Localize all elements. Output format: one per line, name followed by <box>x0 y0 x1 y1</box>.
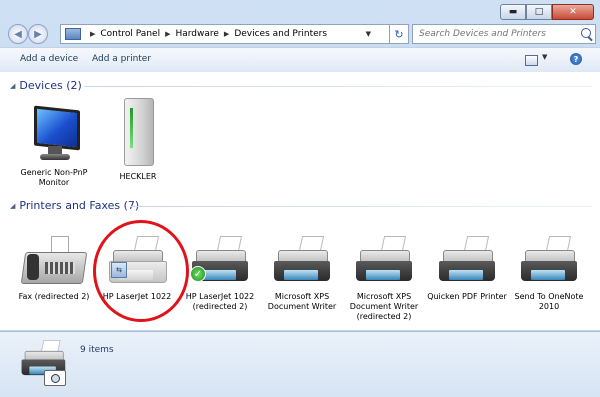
printer-item-onenote[interactable]: Send To OneNote 2010 <box>509 236 589 312</box>
explorer-window: ▬ □ ✕ ◀ ▶ ▶ Control Panel ▶ Hardware ▶ Devi… <box>0 0 600 397</box>
maximize-button[interactable]: □ <box>526 4 552 20</box>
devices-and-printers-icon <box>20 340 66 386</box>
camera-icon <box>44 370 66 386</box>
printer-item-xps-writer-redirected[interactable]: Microsoft XPS Document Writer (redirecte… <box>344 236 424 322</box>
printer-icon <box>519 236 579 288</box>
computer-tower-icon <box>118 98 158 168</box>
refresh-icon: ↻ <box>394 27 404 41</box>
printer-label: HP LaserJet 1022 (redirected 2) <box>185 292 255 311</box>
share-icon: ⇆ <box>111 262 127 278</box>
breadcrumb-hardware[interactable]: Hardware <box>175 29 218 39</box>
printer-label: HP LaserJet 1022 <box>102 292 172 301</box>
caption-buttons: ▬ □ ✕ <box>500 4 594 20</box>
printer-icon: ✓ <box>190 236 250 288</box>
close-button[interactable]: ✕ <box>552 4 594 20</box>
device-label: HECKLER <box>119 172 157 181</box>
change-view-icon[interactable] <box>525 55 538 66</box>
back-button[interactable]: ◀ <box>8 24 28 44</box>
address-bar[interactable]: ▶ Control Panel ▶ Hardware ▶ Devices and Pr… <box>60 24 390 44</box>
device-item-heckler[interactable]: HECKLER <box>98 98 178 182</box>
forward-button[interactable]: ▶ <box>28 24 48 44</box>
collapse-arrow-icon[interactable]: ◢ <box>10 202 15 210</box>
search-input[interactable] <box>419 29 569 39</box>
view-dropdown-icon[interactable]: ▼ <box>542 53 547 61</box>
search-icon[interactable] <box>581 28 591 38</box>
printer-item-xps-writer[interactable]: Microsoft XPS Document Writer <box>262 236 342 312</box>
help-icon[interactable]: ? <box>570 53 582 65</box>
back-arrow-icon: ◀ <box>14 28 22 40</box>
printer-label: Fax (redirected 2) <box>18 292 90 301</box>
control-panel-icon <box>65 28 81 40</box>
fax-icon <box>20 236 88 288</box>
address-dropdown-icon[interactable]: ▼ <box>366 30 371 38</box>
group-divider <box>130 206 592 207</box>
group-title: Printers and Faxes (7) <box>19 199 140 212</box>
printer-icon: ⇆ <box>107 236 167 288</box>
search-box[interactable] <box>412 24 596 44</box>
group-divider <box>84 86 592 87</box>
group-header-devices[interactable]: ◢ Devices (2) <box>10 79 82 92</box>
monitor-icon <box>28 102 80 164</box>
breadcrumb-separator-icon: ▶ <box>165 30 171 38</box>
printer-icon <box>354 236 414 288</box>
printer-label: Send To OneNote 2010 <box>514 292 584 311</box>
breadcrumb-separator-icon: ▶ <box>90 30 96 38</box>
add-device-button[interactable]: Add a device <box>20 54 78 64</box>
printer-label: Microsoft XPS Document Writer <box>267 292 337 311</box>
forward-arrow-icon: ▶ <box>34 28 42 40</box>
details-pane: 9 items <box>0 331 600 397</box>
item-count: 9 items <box>80 345 114 355</box>
default-check-icon: ✓ <box>190 266 206 282</box>
device-item-monitor[interactable]: Generic Non-PnP Monitor <box>14 102 94 188</box>
refresh-button[interactable]: ↻ <box>389 24 409 44</box>
navigation-bar: ◀ ▶ ▶ Control Panel ▶ Hardware ▶ Devices an… <box>0 22 600 46</box>
group-header-printers[interactable]: ◢ Printers and Faxes (7) <box>10 199 139 212</box>
content-pane: ◢ Devices (2) Generic Non-PnP Monitor HE… <box>0 72 600 330</box>
printer-item-quicken-pdf[interactable]: Quicken PDF Printer <box>427 236 507 302</box>
breadcrumb-separator-icon: ▶ <box>223 30 230 38</box>
printer-icon <box>272 236 332 288</box>
printer-icon <box>437 236 497 288</box>
printer-label: Microsoft XPS Document Writer (redirecte… <box>349 292 419 321</box>
printer-item-fax[interactable]: Fax (redirected 2) <box>14 236 94 302</box>
collapse-arrow-icon[interactable]: ◢ <box>10 82 15 90</box>
add-printer-button[interactable]: Add a printer <box>92 54 151 64</box>
printer-label: Quicken PDF Printer <box>427 292 507 301</box>
minimize-button[interactable]: ▬ <box>500 4 526 20</box>
device-label: Generic Non-PnP Monitor <box>20 168 88 187</box>
group-title: Devices (2) <box>19 79 82 92</box>
printer-item-hp-laserjet-1022-redirected[interactable]: ✓ HP LaserJet 1022 (redirected 2) <box>180 236 260 312</box>
breadcrumb-devices-and-printers[interactable]: Devices and Printers <box>234 29 327 39</box>
command-bar: Add a device Add a printer ▼ ? <box>0 47 600 73</box>
printer-item-hp-laserjet-1022[interactable]: ⇆ HP LaserJet 1022 <box>97 236 177 302</box>
breadcrumb-control-panel[interactable]: Control Panel <box>100 29 160 39</box>
title-bar: ▬ □ ✕ <box>0 0 600 22</box>
